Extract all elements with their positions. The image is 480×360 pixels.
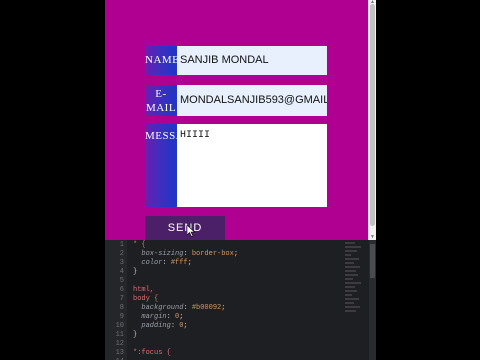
message-textarea[interactable]: HIIII [177,124,327,207]
code-line: padding: 0; [133,322,238,331]
code-token: #b00092 [191,304,222,312]
code-token: html, [133,286,155,294]
code-line: html, [133,286,238,295]
line-number: 5 [119,277,124,285]
mouse-pointer-icon [187,225,195,237]
line-number: 7 [119,295,124,303]
email-field: E- MAIL MONDALSANJIB593@GMAIL.COM [145,85,327,116]
code-line: } [133,331,238,340]
message-label: MESSAGE [145,124,177,207]
line-number: 8 [119,304,124,312]
line-number: 6 [119,286,124,294]
code-token: : [162,259,171,267]
code-token: box-sizing [133,250,184,258]
code-token: *:focus { [133,349,171,357]
line-number: 3 [119,259,124,267]
scroll-thumb[interactable] [370,4,375,226]
line-number: 2 [119,250,124,258]
code-line: margin: 0; [133,313,238,322]
name-field: NAME SANJIB MONDAL [145,46,327,75]
message-field: MESSAGE HIIII [145,124,327,207]
line-number: 4 [119,268,124,276]
line-number: 10 [115,322,124,330]
code-line: box-sizing: border-box; [133,250,238,259]
editor-scrollbar[interactable] [369,240,376,360]
line-number: 12 [115,340,124,348]
code-line: * { [133,241,238,250]
code-line: background: #b00092; [133,304,238,313]
page-scrollbar[interactable]: ▲ ▼ [368,0,376,240]
line-number: 11 [115,331,124,339]
code-line: *:focus { [133,349,238,358]
email-label: E- MAIL [145,85,177,116]
code-token: ; [233,250,239,258]
code-token: * { [133,241,146,249]
code-token: color [133,259,163,267]
code-token: ; [183,322,188,330]
code-token: #fff [170,259,188,267]
code-token: ; [179,313,184,321]
code-line: body { [133,295,238,304]
css-code-editor[interactable]: 1234567891011121314 * { box-sizing: bord… [105,240,376,360]
code-token: : [170,322,180,330]
code-token: } [133,268,138,276]
form-preview: NAME SANJIB MONDAL E- MAIL MONDALSANJIB5… [105,0,368,240]
code-token: ; [221,304,226,312]
code-line: color: #fff; [133,259,238,268]
code-token: background [133,304,184,312]
editor-scroll-thumb[interactable] [370,244,375,278]
email-input[interactable]: MONDALSANJIB593@GMAIL.COM [177,85,327,116]
line-number: 1 [119,241,124,249]
code-token: : [183,250,192,258]
code-token: body { [133,295,159,303]
video-letterbox-left [0,0,105,360]
code-minimap[interactable] [343,240,365,360]
code-token: : [183,304,192,312]
code-token: border-box [191,250,234,258]
name-input[interactable]: SANJIB MONDAL [177,46,327,75]
code-token: padding [133,322,171,330]
line-number-gutter: 1234567891011121314 [105,240,127,360]
send-button[interactable]: SEND [145,216,225,240]
line-number: 13 [115,349,124,357]
code-token: ; [187,259,192,267]
code-token: margin [133,313,167,321]
code-token: } [133,331,138,339]
code-line: } [133,268,238,277]
code-area[interactable]: * { box-sizing: border-box; color: #fff;… [133,241,238,360]
name-label: NAME [145,46,177,75]
line-number: 9 [119,313,124,321]
code-token: : [166,313,176,321]
video-letterbox-right [376,0,480,360]
